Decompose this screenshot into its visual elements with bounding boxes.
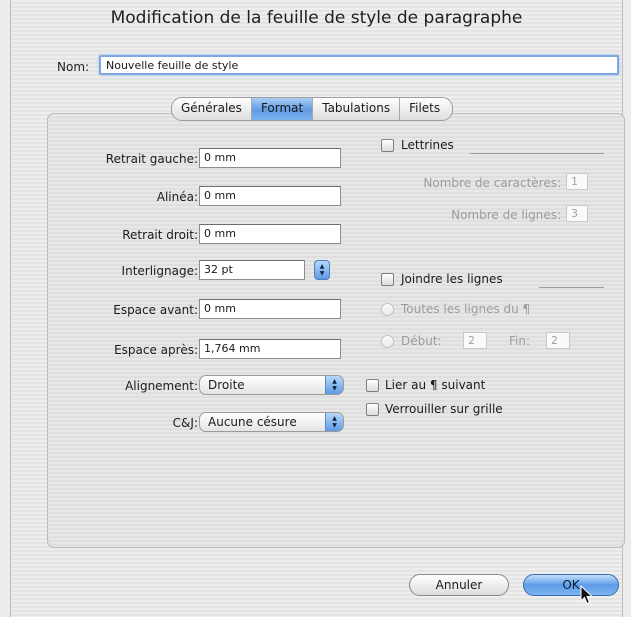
lier-checkbox[interactable] xyxy=(366,379,379,392)
nb-caracteres-label: Nombre de caractères: xyxy=(423,176,561,190)
lettrines-divider xyxy=(470,153,604,154)
ok-button[interactable]: OK xyxy=(523,574,619,596)
lettrines-label: Lettrines xyxy=(401,138,454,152)
espace-apres-field[interactable]: 1,764 mm xyxy=(199,339,341,359)
alignement-value: Droite xyxy=(208,378,245,392)
nb-lignes-field[interactable]: 3 xyxy=(566,205,588,222)
tab-format[interactable]: Format xyxy=(251,98,314,120)
espace-avant-label: Espace avant: xyxy=(113,303,198,317)
select-arrows-icon: ▲ ▼ xyxy=(325,376,343,394)
interlignage-label: Interlignage: xyxy=(121,264,198,278)
joindre-checkbox[interactable] xyxy=(381,273,394,286)
verrouiller-checkbox[interactable] xyxy=(366,403,379,416)
interlignage-stepper[interactable]: ▲ ▼ xyxy=(314,260,330,280)
alignement-select[interactable]: Droite ▲ ▼ xyxy=(199,375,344,395)
lettrines-checkbox[interactable] xyxy=(381,139,394,152)
retrait-gauche-field[interactable]: 0 mm xyxy=(199,148,341,168)
lier-label: Lier au ¶ suivant xyxy=(385,378,486,392)
joindre-divider xyxy=(539,287,604,288)
cj-label: C&J: xyxy=(172,416,198,430)
fin-field[interactable]: 2 xyxy=(546,332,570,349)
toutes-lignes-label: Toutes les lignes du ¶ xyxy=(401,302,531,316)
dialog-window: Modification de la feuille de style de p… xyxy=(10,0,625,617)
tab-filets[interactable]: Filets xyxy=(400,98,452,120)
tab-bar: Générales Format Tabulations Filets xyxy=(171,97,454,121)
cancel-button[interactable]: Annuler xyxy=(409,574,509,596)
nb-caracteres-field[interactable]: 1 xyxy=(566,173,588,190)
nb-lignes-label: Nombre de lignes: xyxy=(451,208,561,222)
tab-tabulations[interactable]: Tabulations xyxy=(313,98,401,120)
debut-label: Début: xyxy=(401,334,442,348)
espace-avant-field[interactable]: 0 mm xyxy=(199,299,341,319)
verrouiller-label: Verrouiller sur grille xyxy=(385,402,503,416)
espace-apres-label: Espace après: xyxy=(114,343,198,357)
mouse-cursor-icon xyxy=(580,585,594,605)
retrait-droit-label: Retrait droit: xyxy=(122,228,198,242)
retrait-gauche-label: Retrait gauche: xyxy=(105,152,198,166)
tab-generales[interactable]: Générales xyxy=(172,98,252,120)
interlignage-field[interactable]: 32 pt xyxy=(199,260,305,280)
select-arrows-icon: ▲ ▼ xyxy=(325,413,343,431)
dialog-title: Modification de la feuille de style de p… xyxy=(110,8,523,28)
fin-label: Fin: xyxy=(509,334,531,348)
cj-value: Aucune césure xyxy=(208,415,297,429)
retrait-droit-field[interactable]: 0 mm xyxy=(199,224,341,244)
alinea-field[interactable]: 0 mm xyxy=(199,186,341,206)
name-label: Nom: xyxy=(57,60,90,74)
alignement-label: Alignement: xyxy=(125,379,198,393)
debut-field[interactable]: 2 xyxy=(463,332,487,349)
joindre-label: Joindre les lignes xyxy=(401,272,503,286)
debut-radio[interactable] xyxy=(381,335,394,348)
toutes-lignes-radio[interactable] xyxy=(381,303,394,316)
cj-select[interactable]: Aucune césure ▲ ▼ xyxy=(199,412,344,432)
alinea-label: Alinéa: xyxy=(156,190,198,204)
name-input[interactable] xyxy=(99,55,619,75)
